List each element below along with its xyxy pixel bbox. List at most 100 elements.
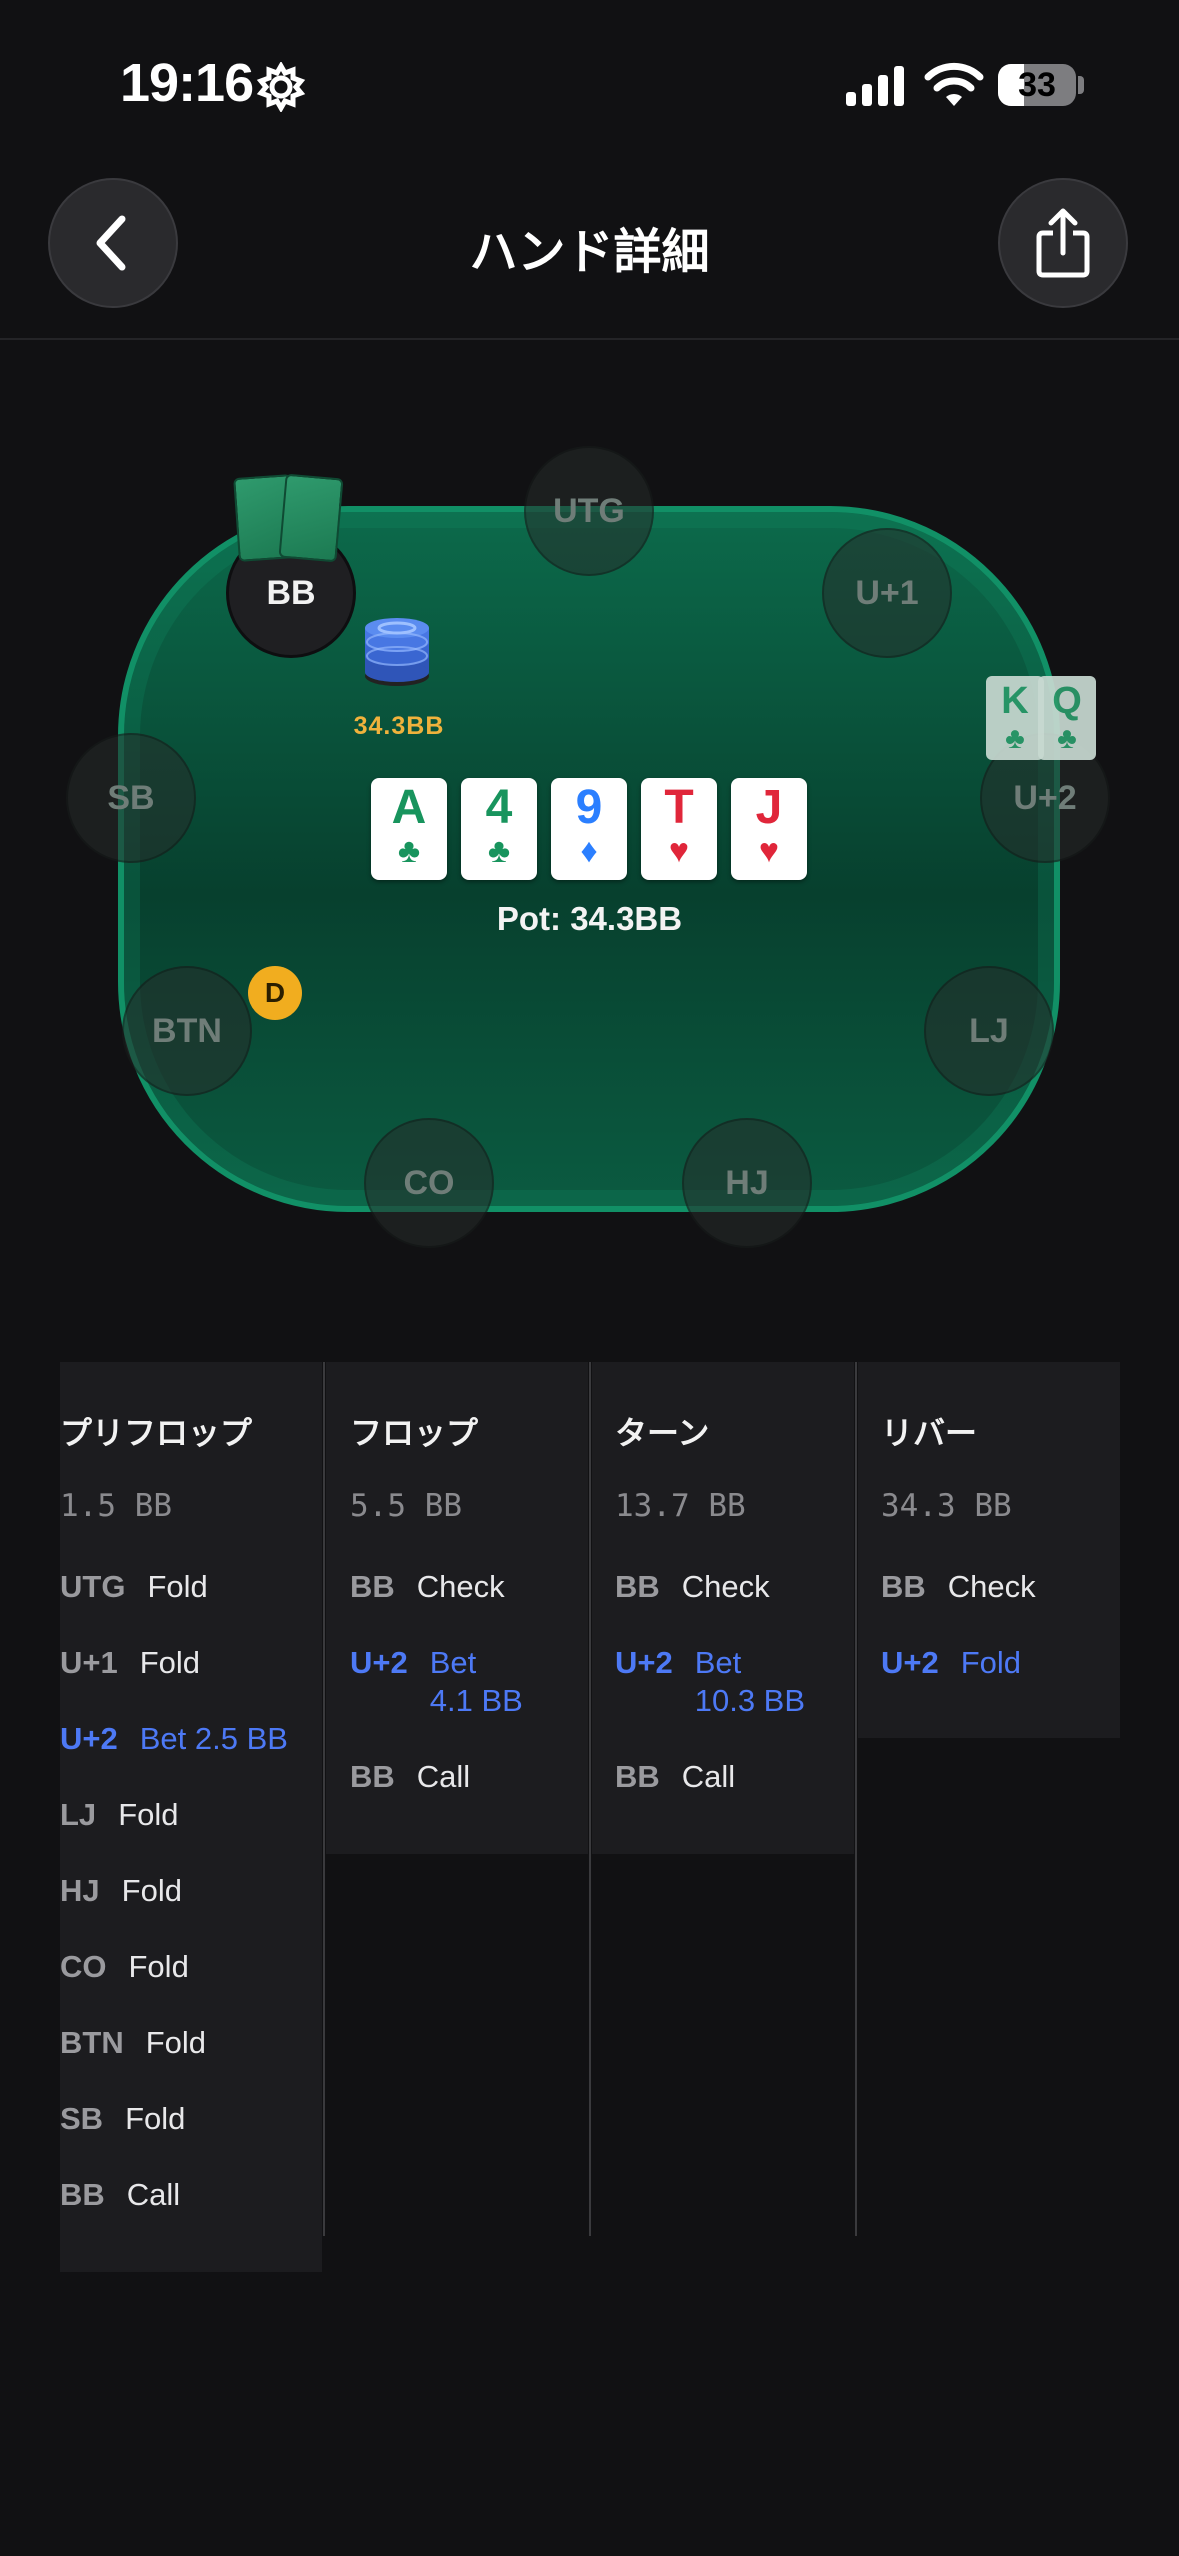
- status-time: 19:16: [120, 53, 254, 113]
- action-position: U+2: [60, 1721, 118, 1756]
- card-rank: A: [391, 781, 427, 834]
- action-text: Fold: [125, 2101, 186, 2136]
- share-button[interactable]: [998, 178, 1128, 308]
- card-suit: ♥: [668, 832, 690, 870]
- header-divider: [0, 338, 1179, 340]
- action-position: BB: [350, 1569, 395, 1604]
- action-position: HJ: [60, 1873, 100, 1908]
- action-row: BB Call: [350, 1758, 470, 1796]
- seat-u1[interactable]: U+1: [822, 528, 952, 658]
- board-card: 9 ♦: [551, 778, 627, 880]
- seat-lj[interactable]: LJ: [924, 966, 1054, 1096]
- action-row: BB Check: [881, 1568, 1036, 1606]
- share-icon: [1036, 208, 1090, 278]
- action-text: Call: [681, 1759, 736, 1794]
- column-divider: [589, 1362, 591, 2236]
- board-card: J ♥: [731, 778, 807, 880]
- card-rank: K: [1001, 680, 1029, 722]
- action-text: Fold: [121, 1873, 182, 1908]
- action-text: Bet 2.5 BB: [139, 1721, 288, 1756]
- card-suit: ♣: [487, 832, 511, 870]
- action-row: U+2 Bet 4.1 BB: [350, 1644, 523, 1720]
- card-suit: ♦: [580, 832, 598, 870]
- action-position: LJ: [60, 1797, 97, 1832]
- card-rank: T: [664, 781, 694, 834]
- bb-card-back: [278, 473, 344, 563]
- action-row: U+2 Bet 10.3 BB: [615, 1644, 805, 1720]
- action-position: CO: [60, 1949, 107, 1984]
- board-card: A ♣: [371, 778, 447, 880]
- action-text: Fold: [128, 1949, 189, 1984]
- action-position: BB: [60, 2177, 105, 2212]
- action-row: BTN Fold: [60, 2024, 206, 2062]
- action-text: Call: [416, 1759, 471, 1794]
- villain-card: K ♣: [986, 676, 1044, 760]
- chip-stack-icon: [365, 618, 429, 686]
- action-position: BB: [350, 1759, 395, 1794]
- street-pot: 5.5 BB: [350, 1488, 462, 1524]
- street-title: リバー: [881, 1415, 978, 1451]
- action-text: Check: [947, 1569, 1036, 1604]
- action-text: Call: [126, 2177, 181, 2212]
- action-position: BTN: [60, 2025, 124, 2060]
- column-divider: [855, 1362, 857, 2236]
- seat-hj[interactable]: HJ: [682, 1118, 812, 1248]
- card-rank: 9: [575, 781, 603, 834]
- board-card: 4 ♣: [461, 778, 537, 880]
- action-text: Fold: [118, 1797, 179, 1832]
- pot-label: Pot: 34.3BB: [496, 900, 683, 937]
- battery-indicator: 33: [998, 64, 1076, 106]
- action-text: Check: [416, 1569, 505, 1604]
- action-row: U+2 Bet 2.5 BB: [60, 1720, 288, 1758]
- seat-sb[interactable]: SB: [66, 733, 196, 863]
- action-text: Fold: [139, 1645, 201, 1680]
- action-position: BB: [881, 1569, 926, 1604]
- action-text: Check: [681, 1569, 770, 1604]
- action-row: CO Fold: [60, 1948, 189, 1986]
- action-position: U+2: [350, 1645, 408, 1680]
- action-text: Fold: [960, 1645, 1022, 1680]
- action-position: U+2: [615, 1645, 673, 1680]
- seat-utg[interactable]: UTG: [524, 446, 654, 576]
- card-suit: ♣: [1005, 722, 1025, 755]
- street-pot: 13.7 BB: [615, 1488, 746, 1524]
- action-position: BB: [615, 1569, 660, 1604]
- settings-gear-icon: [256, 62, 306, 112]
- street-pot: 1.5 BB: [60, 1488, 172, 1524]
- street-pot: 34.3 BB: [881, 1488, 1012, 1524]
- action-row: BB Call: [615, 1758, 735, 1796]
- action-text: Bet 4.1 BB: [429, 1645, 523, 1718]
- wifi-icon: [924, 62, 984, 106]
- action-row: UTG Fold: [60, 1568, 208, 1606]
- action-row: HJ Fold: [60, 1872, 182, 1910]
- action-row: BB Call: [60, 2176, 180, 2214]
- action-position: SB: [60, 2101, 104, 2136]
- card-suit: ♥: [758, 832, 780, 870]
- battery-nub: [1078, 76, 1084, 94]
- seat-btn[interactable]: BTN: [122, 966, 252, 1096]
- seat-co[interactable]: CO: [364, 1118, 494, 1248]
- street-title: ターン: [615, 1415, 710, 1451]
- action-text: Fold: [145, 2025, 207, 2060]
- cellular-signal-icon: [846, 66, 904, 106]
- street-title: フロップ: [350, 1415, 479, 1451]
- action-row: SB Fold: [60, 2100, 185, 2138]
- action-position: U+2: [881, 1645, 939, 1680]
- column-divider: [323, 1362, 325, 2236]
- action-row: U+1 Fold: [60, 1644, 200, 1682]
- card-rank: 4: [485, 781, 513, 834]
- action-position: UTG: [60, 1569, 126, 1604]
- villain-card: Q ♣: [1038, 676, 1096, 760]
- action-position: BB: [615, 1759, 660, 1794]
- action-row: BB Check: [615, 1568, 770, 1606]
- action-position: U+1: [60, 1645, 118, 1680]
- card-suit: ♣: [1057, 722, 1077, 755]
- card-suit: ♣: [397, 832, 421, 870]
- action-row: U+2 Fold: [881, 1644, 1021, 1682]
- action-row: BB Check: [350, 1568, 505, 1606]
- dealer-button: D: [248, 966, 302, 1020]
- board-card: T ♥: [641, 778, 717, 880]
- bb-bet-amount: 34.3BB: [353, 712, 445, 740]
- action-text: Bet 10.3 BB: [694, 1645, 806, 1718]
- card-rank: Q: [1052, 680, 1082, 722]
